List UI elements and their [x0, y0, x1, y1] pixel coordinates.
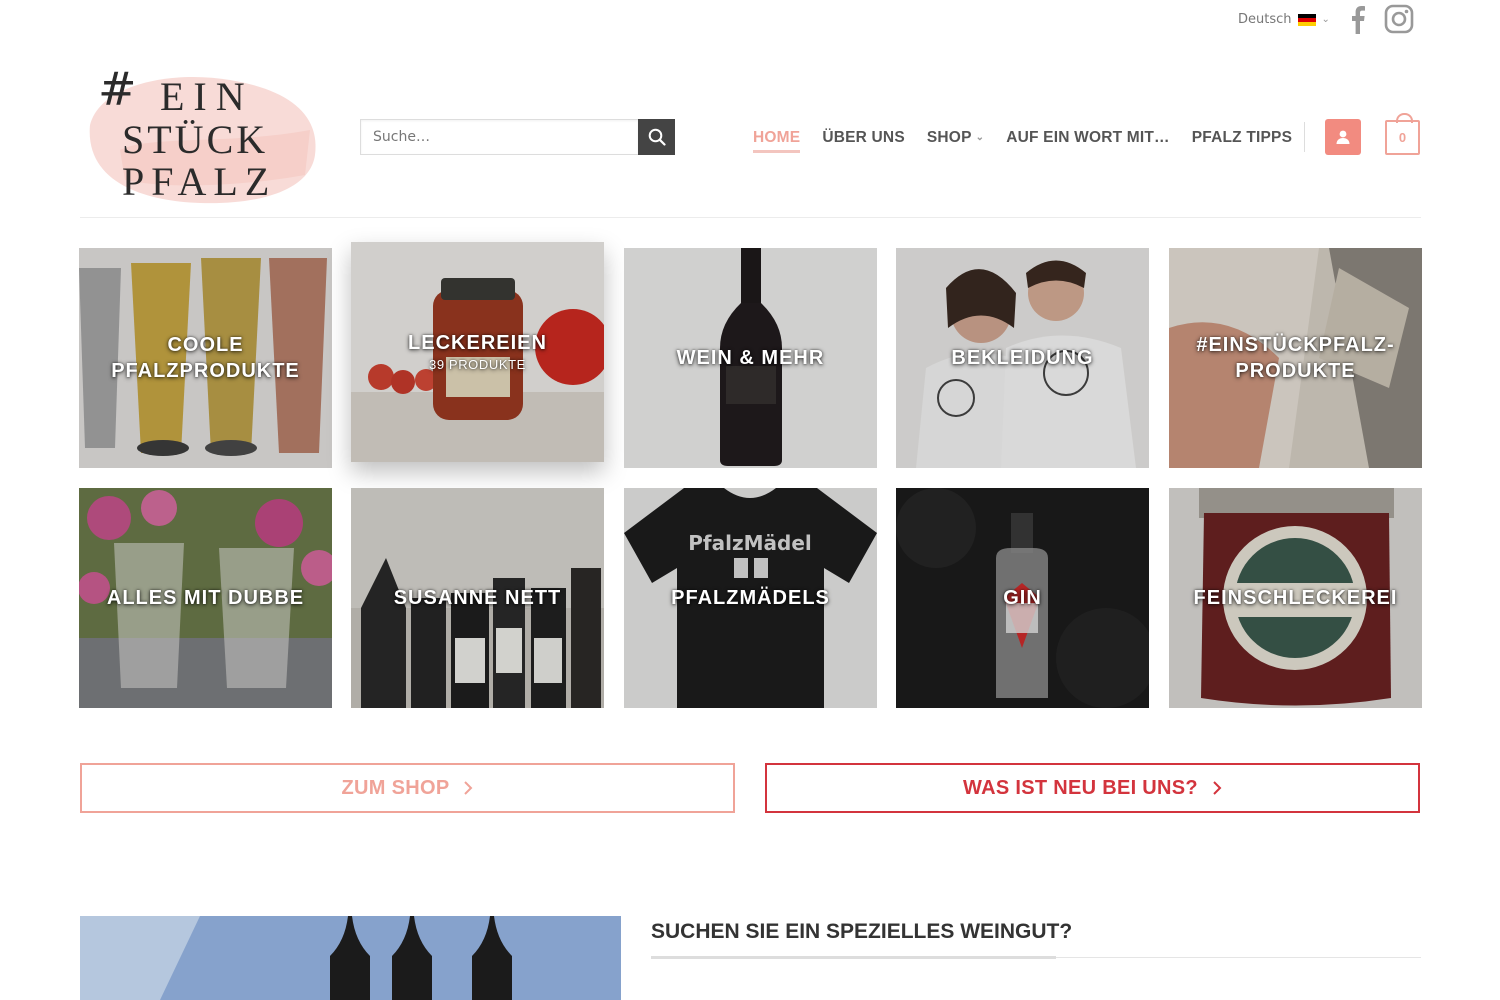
- search-form: [360, 119, 675, 155]
- category-title: FEINSCHLECKEREI: [1193, 587, 1398, 609]
- category-tile-alles-mit-dubbe[interactable]: ALLES MIT DUBBE: [79, 488, 332, 708]
- search-input[interactable]: [360, 119, 638, 155]
- header-divider: [80, 217, 1421, 218]
- cart-button[interactable]: 0: [1385, 113, 1420, 155]
- chevron-down-icon: ⌄: [1321, 14, 1330, 25]
- category-title: LECKEREIEN: [408, 332, 547, 354]
- section-heading: SUCHEN SIE EIN SPEZIELLES WEINGUT?: [651, 920, 1073, 943]
- language-label: Deutsch: [1238, 12, 1292, 27]
- main-nav: HOME ÜBER UNS SHOP ⌄ AUF EIN WORT MIT… PF…: [753, 126, 1314, 153]
- top-bar: Deutsch ⌄: [0, 0, 1500, 40]
- logo-text-line2: STÜCK: [122, 117, 268, 162]
- instagram-icon[interactable]: [1384, 4, 1414, 34]
- category-tile-pfalzmaedels[interactable]: PfalzMädel PFALZMÄDELS: [624, 488, 877, 708]
- category-tile-leckereien[interactable]: LECKEREIEN 39 PRODUKTE: [351, 242, 604, 462]
- flag-de-icon: [1297, 13, 1316, 26]
- category-tile-einstueckpfalz-produkte[interactable]: #EINSTÜCKPFALZ-PRODUKTE: [1169, 248, 1422, 468]
- cart-count: 0: [1398, 130, 1407, 145]
- user-icon: [1336, 130, 1350, 144]
- weingut-image: [80, 916, 621, 1000]
- facebook-icon[interactable]: [1348, 4, 1366, 34]
- category-tile-feinschleckerei[interactable]: FEINSCHLECKEREI: [1169, 488, 1422, 708]
- nav-shop-label: SHOP: [926, 129, 972, 146]
- language-switcher[interactable]: Deutsch ⌄: [1238, 12, 1330, 27]
- category-tile-coole-pfalzprodukte[interactable]: COOLE PFALZPRODUKTE: [79, 248, 332, 468]
- nav-auf-ein-wort[interactable]: AUF EIN WORT MIT…: [1006, 129, 1170, 147]
- nav-divider: [1304, 122, 1305, 152]
- account-button[interactable]: [1325, 119, 1361, 155]
- logo-text-line3: PFALZ: [122, 159, 276, 204]
- search-icon: [648, 128, 666, 146]
- category-title: WEIN & MEHR: [676, 347, 825, 369]
- was-ist-neu-button[interactable]: WAS IST NEU BEI UNS?: [765, 763, 1420, 813]
- category-tile-wein-und-mehr[interactable]: WEIN & MEHR: [624, 248, 877, 468]
- category-title: GIN: [1003, 587, 1042, 609]
- zum-shop-button[interactable]: ZUM SHOP: [80, 763, 735, 813]
- nav-shop[interactable]: SHOP ⌄: [927, 129, 984, 147]
- category-tile-susanne-nett[interactable]: SUSANNE NETT: [351, 488, 604, 708]
- nav-pfalz-tipps[interactable]: PFALZ TIPPS: [1192, 129, 1292, 147]
- nav-ueber-uns[interactable]: ÜBER UNS: [822, 129, 905, 147]
- category-tile-gin[interactable]: GIN: [896, 488, 1149, 708]
- category-title: #EINSTÜCKPFALZ-PRODUKTE: [1196, 334, 1395, 382]
- category-title: BEKLEIDUNG: [951, 347, 1094, 369]
- zum-shop-label: ZUM SHOP: [341, 776, 450, 799]
- category-tile-bekleidung[interactable]: BEKLEIDUNG: [896, 248, 1149, 468]
- category-title: PFALZMÄDELS: [671, 587, 830, 609]
- chevron-right-icon: [1213, 781, 1222, 795]
- section-underline: [651, 956, 1056, 959]
- chevron-down-icon: ⌄: [975, 132, 985, 144]
- logo-text-line1: EIN: [160, 74, 254, 119]
- category-title: COOLE PFALZPRODUKTE: [111, 334, 300, 382]
- search-button[interactable]: [638, 119, 675, 155]
- was-ist-neu-label: WAS IST NEU BEI UNS?: [963, 776, 1198, 799]
- product-count: 39 PRODUKTE: [429, 357, 526, 372]
- site-logo[interactable]: # EIN STÜCK PFALZ: [80, 55, 320, 210]
- chevron-right-icon: [464, 781, 473, 795]
- category-title-wrap: LECKEREIEN 39 PRODUKTE: [351, 330, 604, 374]
- category-title: SUSANNE NETT: [393, 587, 562, 609]
- svg-text:#: #: [98, 62, 137, 116]
- nav-home[interactable]: HOME: [753, 129, 801, 153]
- category-title: ALLES MIT DUBBE: [106, 587, 305, 609]
